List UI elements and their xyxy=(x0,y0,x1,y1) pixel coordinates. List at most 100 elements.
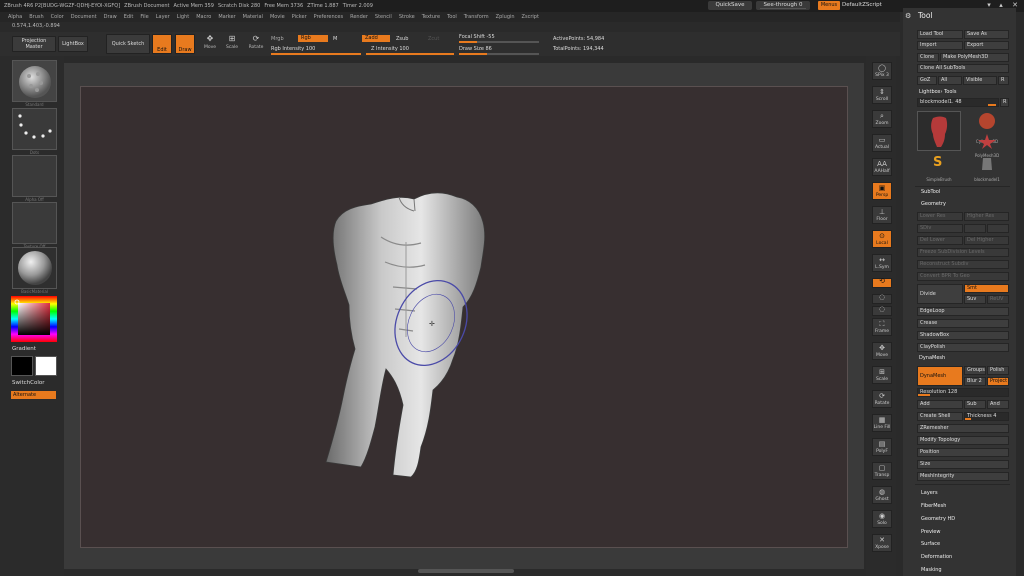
goz-visible-button[interactable]: Visible xyxy=(963,76,997,85)
cage-button[interactable] xyxy=(964,224,986,233)
main-color-swatch[interactable] xyxy=(11,356,33,376)
menus-toggle[interactable]: Menus xyxy=(818,1,840,10)
see-through-slider[interactable]: See-through 0 xyxy=(756,1,810,10)
goz-all-button[interactable]: All xyxy=(938,76,962,85)
convert-bpr-button[interactable]: Convert BPR To Geo xyxy=(917,272,1009,281)
switch-color-button[interactable]: SwitchColor xyxy=(12,380,45,386)
and-button[interactable]: And xyxy=(987,400,1009,409)
menu-brush[interactable]: Brush xyxy=(29,14,43,20)
subtool-section[interactable]: SubTool xyxy=(921,189,940,195)
default-zscript-button[interactable]: DefaultZScript xyxy=(842,1,890,10)
meshintegrity-section[interactable]: MeshIntegrity xyxy=(917,472,1009,481)
gradient-label[interactable]: Gradient xyxy=(12,346,36,352)
menu-stencil[interactable]: Stencil xyxy=(375,14,392,20)
focal-shift-slider[interactable] xyxy=(459,41,539,43)
sub-button[interactable]: Sub xyxy=(964,400,986,409)
fibermesh-section[interactable]: FiberMesh xyxy=(921,503,946,509)
dynamesh-button[interactable]: DynaMesh xyxy=(917,366,963,386)
mrgb-button[interactable]: Mrgb xyxy=(271,36,284,42)
menu-tool[interactable]: Tool xyxy=(447,14,457,20)
crease-section[interactable]: Crease xyxy=(917,319,1009,328)
right-shelf-move-button[interactable]: ✥ Move xyxy=(872,342,892,360)
alpha-selector[interactable] xyxy=(12,155,57,197)
right-shelf-rotate-button[interactable]: ⟳ Rotate xyxy=(872,390,892,408)
right-shelf-frame-button[interactable]: ⛶ Frame xyxy=(872,318,892,336)
blockmodel-thumbnail[interactable]: blockmodel1 xyxy=(965,155,1009,183)
menu-texture[interactable]: Texture xyxy=(422,14,440,20)
m-button[interactable]: M xyxy=(333,36,337,42)
project-button[interactable]: Project xyxy=(987,377,1009,386)
menu-edit[interactable]: Edit xyxy=(124,14,134,20)
rstr-button[interactable] xyxy=(987,224,1009,233)
save-as-button[interactable]: Save As xyxy=(964,30,1009,39)
rgb-intensity-slider[interactable] xyxy=(271,53,361,55)
lower-res-button[interactable]: Lower Res xyxy=(917,212,963,221)
preview-section[interactable]: Preview xyxy=(921,529,940,535)
menu-alpha[interactable]: Alpha xyxy=(8,14,22,20)
texture-selector[interactable] xyxy=(12,202,57,244)
menu-transform[interactable]: Transform xyxy=(464,14,489,20)
menu-draw[interactable]: Draw xyxy=(104,14,117,20)
reuv-button[interactable]: ReUV xyxy=(987,295,1009,304)
quicksave-button[interactable]: QuickSave xyxy=(708,1,752,10)
lightbox-button[interactable]: LightBox xyxy=(58,36,88,52)
geometry-hd-section[interactable]: Geometry HD xyxy=(921,516,955,522)
right-shelf-extra-10-button[interactable]: ◌ xyxy=(872,293,892,304)
higher-res-button[interactable]: Higher Res xyxy=(964,212,1009,221)
edit-mode-button[interactable]: Edit xyxy=(152,34,172,54)
scale-mode-button[interactable]: ⊞ Scale xyxy=(222,33,242,55)
menu-color[interactable]: Color xyxy=(51,14,64,20)
right-shelf-actual-button[interactable]: ▭ Actual xyxy=(872,134,892,152)
menu-picker[interactable]: Picker xyxy=(292,14,307,20)
menu-file[interactable]: File xyxy=(140,14,148,20)
reconstruct-subdiv-button[interactable]: Reconstruct Subdiv xyxy=(917,260,1009,269)
z-intensity-slider[interactable] xyxy=(366,53,454,55)
z-intensity-label[interactable]: Z Intensity 100 xyxy=(371,46,409,52)
shadowbox-section[interactable]: ShadowBox xyxy=(917,331,1009,340)
right-shelf-aahalf-button[interactable]: AA AAHalf xyxy=(872,158,892,176)
make-polymesh-button[interactable]: Make PolyMesh3D xyxy=(940,53,1009,62)
zadd-button[interactable]: Zadd xyxy=(362,35,390,42)
thickness-slider[interactable]: Thickness 4 xyxy=(964,412,1009,421)
clone-all-subtools-button[interactable]: Clone All SubTools xyxy=(917,64,1009,73)
alternate-button[interactable]: Alternate xyxy=(11,391,56,399)
right-shelf-spix-3-button[interactable]: ◯ SPix 3 xyxy=(872,62,892,80)
right-shelf-xpose-button[interactable]: ✕ Xpose xyxy=(872,534,892,552)
quick-sketch-button[interactable]: Quick Sketch xyxy=(106,34,150,54)
right-shelf-extra-11-button[interactable]: ◌ xyxy=(872,305,892,316)
export-button[interactable]: Export xyxy=(964,41,1009,50)
right-shelf-transp-button[interactable]: ▢ Transp xyxy=(872,462,892,480)
document-canvas[interactable]: ✛ xyxy=(80,86,848,548)
smt-button[interactable]: Smt xyxy=(964,284,1009,293)
stroke-selector[interactable] xyxy=(12,108,57,150)
right-shelf-local-button[interactable]: ⊙ Local xyxy=(872,230,892,248)
import-button[interactable]: Import xyxy=(917,41,963,50)
tool-panel-title[interactable]: Tool xyxy=(918,11,933,20)
masking-section[interactable]: Masking xyxy=(921,567,942,573)
modify-topology-section[interactable]: Modify Topology xyxy=(917,436,1009,445)
polish-button[interactable]: Polish xyxy=(987,366,1009,375)
torso-model[interactable]: ✛ xyxy=(81,87,849,549)
color-picker[interactable] xyxy=(11,296,57,342)
lightbox-tools-link[interactable]: Lightbox› Tools xyxy=(919,89,956,95)
menu-zscript[interactable]: Zscript xyxy=(522,14,539,20)
menu-macro[interactable]: Macro xyxy=(196,14,211,20)
menu-zplugin[interactable]: Zplugin xyxy=(496,14,515,20)
simplebrush-thumbnail[interactable]: S SimpleBrush xyxy=(917,153,961,183)
blockmodel-r-button[interactable]: R xyxy=(1000,98,1009,107)
projection-master-button[interactable]: Projection Master xyxy=(12,36,56,52)
del-lower-button[interactable]: Del Lower xyxy=(917,236,963,245)
material-selector[interactable] xyxy=(12,247,57,289)
geometry-section[interactable]: Geometry xyxy=(921,201,946,207)
canvas-scrollbar[interactable] xyxy=(418,569,514,573)
menu-preferences[interactable]: Preferences xyxy=(314,14,343,20)
secondary-color-swatch[interactable] xyxy=(35,356,57,376)
create-shell-button[interactable]: Create Shell xyxy=(917,412,963,421)
focal-shift-label[interactable]: Focal Shift -55 xyxy=(459,34,495,40)
sdiv-slider[interactable]: SDiv xyxy=(917,224,963,233)
right-shelf-qxyz-button[interactable]: ⟲ xyxy=(872,277,892,288)
groups-button[interactable]: Groups xyxy=(964,366,986,375)
right-shelf-polyf-button[interactable]: ▤ PolyF xyxy=(872,438,892,456)
tool-panel-icon[interactable]: ⚙ xyxy=(905,12,911,20)
right-shelf-l-sym-button[interactable]: ↔ L.Sym xyxy=(872,254,892,272)
